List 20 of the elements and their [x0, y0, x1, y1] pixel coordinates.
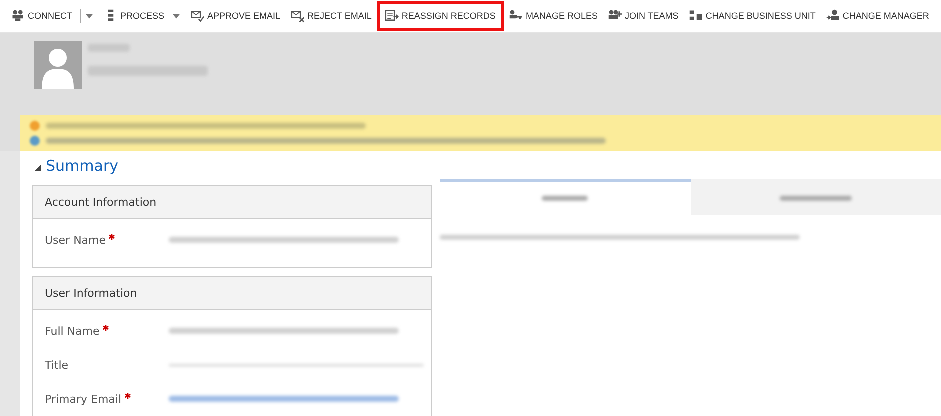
avatar-placeholder: [34, 41, 82, 89]
blocks-icon: [688, 9, 703, 23]
warning-icon: [30, 120, 40, 130]
collapse-icon[interactable]: [35, 165, 41, 171]
mail-cross-icon: [290, 9, 305, 23]
field-label: Full Name: [45, 324, 100, 338]
caret-icon: [86, 14, 92, 18]
caret-icon: [172, 14, 180, 18]
person-arrow-icon: [826, 9, 840, 23]
list-arrow-icon: [384, 9, 399, 23]
card-title: User Information: [33, 277, 431, 310]
section-title[interactable]: Summary: [46, 157, 118, 175]
mail-check-icon: [190, 9, 205, 23]
field-label: Title: [45, 358, 69, 372]
field-label: User Name: [45, 234, 106, 246]
people-icon: [11, 9, 25, 23]
card-title: Account Information: [33, 186, 431, 219]
info-icon: [30, 136, 40, 146]
field-label: Primary Email: [45, 392, 122, 406]
toolbar-button[interactable]: REASSIGN RECORDS: [376, 1, 504, 31]
